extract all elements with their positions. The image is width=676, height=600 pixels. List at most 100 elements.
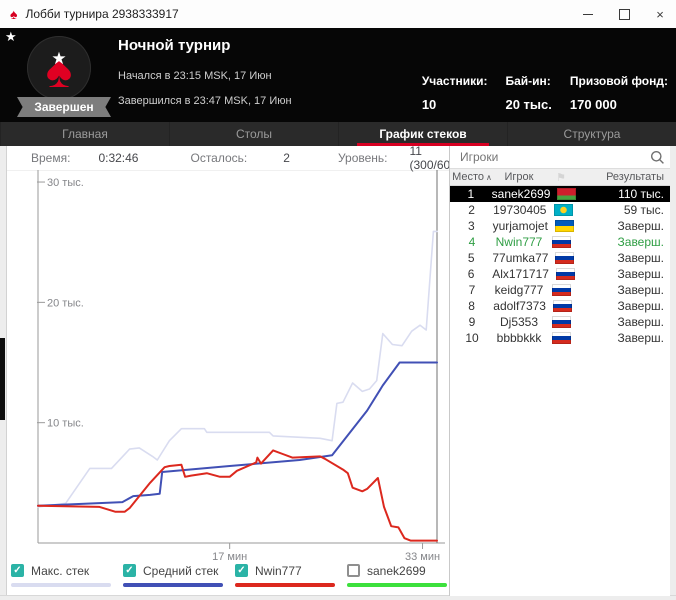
country-flag-icon [551, 332, 571, 344]
country-flag-icon [554, 220, 574, 232]
svg-text:10 тыс.: 10 тыс. [47, 418, 84, 430]
time-value: 0:32:46 [98, 151, 139, 165]
player-name: sanek2699 [491, 187, 551, 201]
player-result: Заверш. [617, 267, 665, 281]
tournament-stats: Участники: 10 Бай-ин: 20 тыс. Призовой ф… [422, 74, 668, 112]
tournament-start-time: Начался в 23:15 MSK, 17 Июн [118, 70, 272, 82]
pokerstars-logo: ♠ ★ [27, 36, 91, 100]
participants-label: Участники: [421, 74, 488, 88]
player-name: Nwin777 [495, 235, 543, 249]
player-name: Alx171717 [492, 267, 549, 281]
buyin-value: 20 тыс. [505, 97, 552, 112]
player-row[interactable]: 7 keidg777 Заверш. [450, 282, 670, 298]
content-area: Время: 0:32:46 Осталось: 2 Уровень: 11 (… [0, 144, 676, 600]
country-flag-icon [551, 316, 571, 328]
tournament-header: ★ ♠ ★ Ночной турнир Начался в 23:15 MSK,… [0, 28, 676, 122]
search-icon[interactable] [644, 150, 670, 165]
checkbox-sanek2699[interactable] [347, 564, 360, 577]
player-place: 7 [468, 283, 476, 297]
legend-label: Nwin777 [255, 563, 302, 578]
player-row[interactable]: 10 bbbbkkk Заверш. [450, 330, 670, 346]
player-name: adolf7373 [493, 299, 546, 313]
player-result: Заверш. [617, 299, 664, 313]
country-flag-icon [553, 300, 573, 312]
legend-label: Макс. стек [31, 563, 90, 578]
player-name: keidg777 [494, 283, 544, 297]
player-place: 2 [468, 203, 475, 217]
player-name: yurjamojet [492, 219, 548, 233]
player-row[interactable]: 4 Nwin777 Заверш. [450, 234, 670, 250]
tournament-end-time: Завершился в 23:47 MSK, 17 Июн [118, 95, 292, 107]
status-badge: Завершен [17, 97, 111, 117]
player-result: 110 тыс. [618, 187, 664, 201]
pokerstars-spade-icon: ♠ [10, 6, 18, 22]
player-result: Заверш. [617, 331, 664, 345]
player-place: 4 [468, 235, 476, 249]
country-flag-icon [555, 252, 575, 264]
prizepool-value: 170 000 [569, 97, 617, 112]
tab-structure[interactable]: Структура [507, 122, 676, 146]
window-title: Лобби турнира 2938333917 [25, 7, 179, 21]
sort-asc-icon: ∧ [486, 173, 492, 182]
svg-text:20 тыс.: 20 тыс. [47, 297, 84, 309]
player-row[interactable]: 3 yurjamojet Заверш. [450, 218, 670, 234]
column-results[interactable]: Результаты [578, 171, 670, 183]
tab-bar: Главная Столы График стеков Структура [0, 122, 676, 146]
player-row[interactable]: 1 sanek2699 110 тыс. [450, 186, 670, 202]
favorite-star-icon[interactable]: ★ [5, 29, 17, 45]
checkbox-nwin777[interactable] [235, 564, 248, 577]
remaining-label: Осталось: [190, 151, 248, 165]
buyin-label: Бай-ин: [505, 74, 551, 88]
country-flag-icon [553, 204, 573, 216]
player-result: Заверш. [617, 283, 664, 297]
legend-item-sanek2699: sanek2699 [347, 562, 447, 587]
window-edge-right [669, 146, 676, 600]
player-row[interactable]: 5 77umka77 Заверш. [450, 250, 670, 266]
tournament-lobby-window: ♠ Лобби турнира 2938333917 × ★ ♠ ★ Ночно… [0, 0, 676, 600]
minimize-button[interactable] [580, 6, 596, 22]
country-flag-icon [551, 236, 571, 248]
close-button[interactable]: × [652, 6, 668, 22]
player-name: Dj5353 [499, 315, 539, 329]
checkbox-avg-stack[interactable] [123, 564, 136, 577]
legend-color-line [347, 583, 447, 587]
title-bar: ♠ Лобби турнира 2938333917 × [0, 0, 676, 28]
tournament-name: Ночной турнир [118, 37, 231, 54]
blind-status-row: Время: 0:32:46 Осталось: 2 Уровень: 11 (… [7, 144, 461, 172]
player-row[interactable]: 2 19730405 59 тыс. [450, 202, 670, 218]
player-row[interactable]: 8 adolf7373 Заверш. [450, 298, 670, 314]
minimize-icon [583, 13, 593, 15]
player-row[interactable]: 9 Dj5353 Заверш. [450, 314, 670, 330]
tab-stack-chart[interactable]: График стеков [338, 122, 507, 146]
legend-item-avg-stack: Средний стек [123, 562, 223, 587]
player-place: 1 [467, 187, 475, 201]
country-flag-icon [556, 188, 576, 200]
player-search-row [450, 146, 670, 169]
player-name: bbbbkkk [496, 331, 542, 345]
checkbox-max-stack[interactable] [11, 564, 24, 577]
player-row[interactable]: 6 Alx171717 Заверш. [450, 266, 670, 282]
column-place[interactable]: Место ∧ [450, 171, 494, 183]
player-search-input[interactable] [450, 150, 644, 164]
column-player[interactable]: Игрок [494, 171, 544, 183]
legend-label: sanek2699 [367, 563, 426, 578]
players-panel: Место∧ Игрок ⚑ Результаты 1 sanek2699 11… [449, 146, 670, 596]
tab-main[interactable]: Главная [0, 122, 169, 146]
player-place: 8 [468, 299, 475, 313]
chart-section: Время: 0:32:46 Осталось: 2 Уровень: 11 (… [7, 144, 461, 596]
player-place: 9 [468, 315, 476, 329]
dock-handle[interactable] [0, 338, 5, 420]
chart-legend: Макс. стек Средний стек Nwin777 [7, 562, 449, 587]
maximize-button[interactable] [616, 6, 632, 22]
remaining-value: 2 [283, 151, 290, 165]
country-flag-icon [551, 284, 571, 296]
player-result: 59 тыс. [623, 203, 664, 217]
column-flag-icon: ⚑ [556, 171, 566, 184]
player-place: 3 [467, 219, 475, 233]
legend-color-line [123, 583, 223, 587]
tab-tables[interactable]: Столы [169, 122, 338, 146]
prizepool-label: Призовой фонд: [569, 74, 668, 88]
svg-text:30 тыс.: 30 тыс. [47, 177, 84, 189]
svg-text:33 мин: 33 мин [405, 551, 440, 562]
legend-label: Средний стек [143, 563, 219, 578]
